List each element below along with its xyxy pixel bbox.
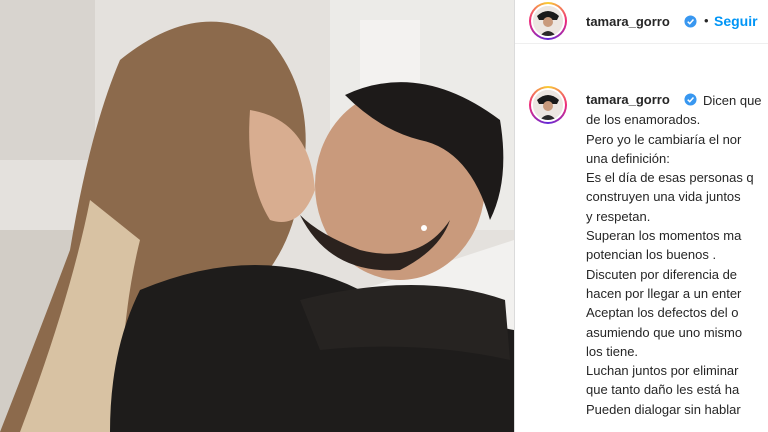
follow-button[interactable]: Seguir — [714, 13, 758, 29]
caption-line: asumiendo que uno mismo — [586, 324, 743, 340]
caption-avatar[interactable] — [529, 86, 567, 124]
avatar-portrait-icon — [533, 6, 563, 36]
caption-line: y respetan. — [586, 208, 651, 224]
caption-line: Discuten por diferencia de — [586, 266, 738, 282]
post-caption: Dicen que de los enamorados. Pero yo le … — [586, 91, 768, 419]
caption-line: una definición: — [586, 150, 670, 166]
caption-line: Luchan juntos por eliminar — [586, 363, 739, 379]
caption-line: Superan los momentos ma — [586, 228, 742, 244]
caption-line: los tiene. — [586, 343, 639, 359]
avatar-portrait-icon — [533, 90, 563, 120]
caption-line: hacen por llegar a un enter — [586, 285, 742, 301]
couple-photo-illustration — [0, 0, 514, 432]
caption-line: potencian los buenos . — [586, 247, 717, 263]
caption-line: Dicen que — [703, 93, 762, 108]
caption-line: Aceptan los defectos del o — [586, 305, 739, 321]
caption-line: Pero yo le cambiaría el nor — [586, 131, 742, 147]
header-separator: • — [704, 13, 709, 28]
header-username[interactable]: tamara_gorro — [586, 14, 670, 29]
profile-avatar[interactable] — [529, 2, 567, 40]
verified-badge-icon — [684, 15, 697, 28]
post-header: tamara_gorro • Seguir — [515, 0, 768, 44]
caption-line: que tanto daño les está ha — [586, 382, 740, 398]
post-side-panel: tamara_gorro • Seguir tamara_gorro Dicen… — [515, 0, 768, 432]
caption-line: Es el día de esas personas q — [586, 170, 754, 186]
caption-line: de los enamorados. — [586, 112, 701, 128]
caption-line: Pueden dialogar sin hablar — [586, 401, 741, 417]
caption-line: construyen una vida juntos — [586, 189, 741, 205]
post-photo[interactable] — [0, 0, 514, 432]
